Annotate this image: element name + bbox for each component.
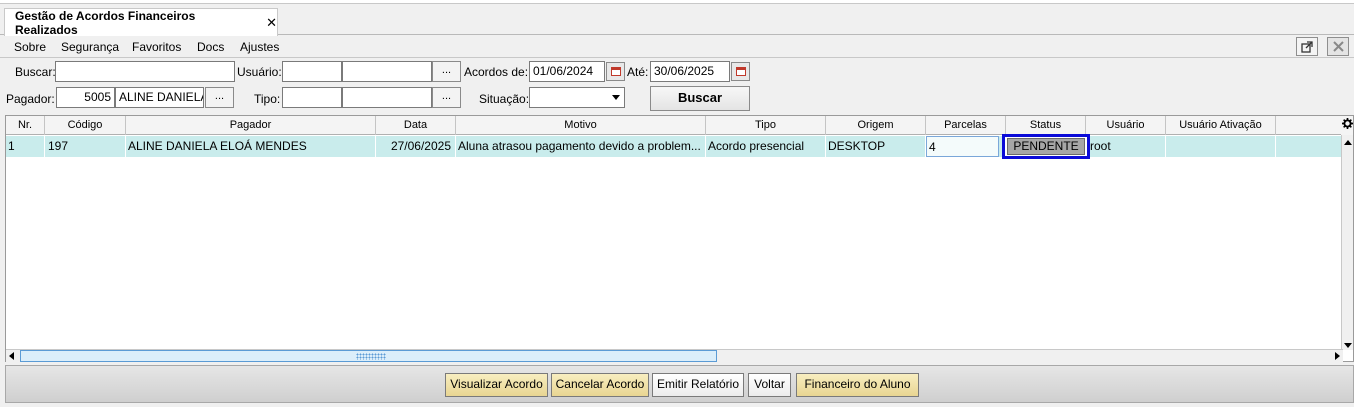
- arrow-right-icon[interactable]: [1335, 352, 1340, 360]
- cell-tipo: Acordo presencial: [706, 136, 826, 157]
- pagador-name-input[interactable]: ALINE DANIELA: [115, 87, 204, 108]
- col-usuario[interactable]: Usuário: [1086, 116, 1166, 135]
- cancelar-acordo-button[interactable]: Cancelar Acordo: [551, 373, 649, 397]
- acordos-table: Nr. Código Pagador Data Motivo Tipo Orig…: [5, 115, 1354, 362]
- cell-origem: DESKTOP: [826, 136, 926, 157]
- situacao-label: Situação:: [479, 92, 530, 106]
- cell-usuario: root: [1086, 136, 1166, 157]
- cell-parcelas[interactable]: 4: [926, 136, 999, 157]
- action-bar: Visualizar Acordo Cancelar Acordo Emitir…: [5, 365, 1354, 403]
- col-nr[interactable]: Nr.: [6, 116, 45, 135]
- vertical-scrollbar[interactable]: [1341, 135, 1353, 350]
- tab-bar: Gestão de Acordos Financeiros Realizados…: [0, 5, 1354, 37]
- scrollbar-thumb[interactable]: [20, 350, 717, 362]
- arrow-left-icon[interactable]: [9, 352, 14, 360]
- table-row[interactable]: 1 197 ALINE DANIELA ELOÁ MENDES 27/06/20…: [6, 136, 1343, 157]
- app-window: Gestão de Acordos Financeiros Realizados…: [0, 0, 1354, 407]
- arrow-up-icon[interactable]: [1344, 140, 1352, 145]
- close-icon[interactable]: ✕: [266, 15, 277, 31]
- calendar-icon[interactable]: [606, 62, 625, 81]
- cell-codigo: 197: [45, 136, 126, 157]
- emitir-relatorio-button[interactable]: Emitir Relatório: [652, 373, 744, 397]
- top-border: [0, 0, 1354, 4]
- usuario-code-input[interactable]: [282, 61, 342, 82]
- col-motivo[interactable]: Motivo: [456, 116, 706, 135]
- usuario-name-input[interactable]: [342, 61, 432, 82]
- menu-favoritos[interactable]: Favoritos: [132, 40, 181, 54]
- voltar-button[interactable]: Voltar: [748, 373, 791, 397]
- tipo-lookup-button[interactable]: ...: [432, 87, 461, 108]
- acordos-de-label: Acordos de:: [464, 65, 529, 79]
- col-codigo[interactable]: Código: [45, 116, 126, 135]
- status-badge: PENDENTE: [1007, 138, 1085, 155]
- cell-usuario-ativacao: [1166, 136, 1276, 157]
- arrow-down-icon[interactable]: [1344, 343, 1352, 348]
- menu-docs[interactable]: Docs: [197, 40, 224, 54]
- tab-title: Gestão de Acordos Financeiros Realizados: [15, 8, 196, 37]
- col-usuario-ativacao[interactable]: Usuário Ativação: [1166, 116, 1276, 135]
- usuario-lookup-button[interactable]: ...: [432, 61, 461, 82]
- visualizar-acordo-button[interactable]: Visualizar Acordo: [445, 373, 548, 397]
- col-data[interactable]: Data: [376, 116, 456, 135]
- buscar-button[interactable]: Buscar: [650, 86, 750, 111]
- pagador-code-input[interactable]: 5005: [56, 87, 115, 108]
- table-header: Nr. Código Pagador Data Motivo Tipo Orig…: [6, 116, 1343, 135]
- gear-icon[interactable]: [1341, 116, 1353, 135]
- ate-label: Até:: [627, 65, 649, 79]
- tipo-name-input[interactable]: [342, 87, 432, 108]
- external-link-icon[interactable]: [1296, 37, 1318, 56]
- col-tipo[interactable]: Tipo: [706, 116, 826, 135]
- buscar-label: Buscar:: [15, 65, 56, 79]
- acordos-de-input[interactable]: 01/06/2024: [529, 61, 605, 82]
- cell-motivo: Aluna atrasou pagamento devido a problem…: [456, 136, 706, 157]
- ate-input[interactable]: 30/06/2025: [650, 61, 730, 82]
- grip-icon: [356, 353, 386, 360]
- col-origem[interactable]: Origem: [826, 116, 926, 135]
- close-icon[interactable]: [1327, 37, 1349, 56]
- col-parcelas[interactable]: Parcelas: [926, 116, 1006, 135]
- horizontal-scrollbar[interactable]: [6, 349, 1343, 362]
- cell-pagador: ALINE DANIELA ELOÁ MENDES: [126, 136, 376, 157]
- situacao-select[interactable]: [529, 87, 625, 108]
- chevron-down-icon: [612, 95, 620, 100]
- tab-gestao-acordos[interactable]: Gestão de Acordos Financeiros Realizados…: [4, 8, 278, 37]
- financeiro-aluno-button[interactable]: Financeiro do Aluno: [796, 373, 919, 397]
- cell-data: 27/06/2025: [376, 136, 456, 157]
- pagador-lookup-button[interactable]: ...: [205, 87, 234, 108]
- usuario-label: Usuário:: [237, 65, 282, 79]
- tipo-label: Tipo:: [254, 92, 281, 106]
- menu-sobre[interactable]: Sobre: [14, 40, 46, 54]
- cell-nr: 1: [6, 136, 45, 157]
- status-cell-selected[interactable]: PENDENTE: [1002, 134, 1090, 159]
- menu-seguranca[interactable]: Segurança: [61, 40, 119, 54]
- tipo-code-input[interactable]: [282, 87, 342, 108]
- calendar-icon[interactable]: [731, 62, 750, 81]
- pagador-label: Pagador:: [6, 92, 55, 106]
- col-pagador[interactable]: Pagador: [126, 116, 376, 135]
- buscar-input[interactable]: [55, 61, 235, 82]
- col-status[interactable]: Status: [1006, 116, 1086, 135]
- menu-bar: Sobre Segurança Favoritos Docs Ajustes: [0, 36, 1354, 58]
- menu-ajustes[interactable]: Ajustes: [240, 40, 279, 54]
